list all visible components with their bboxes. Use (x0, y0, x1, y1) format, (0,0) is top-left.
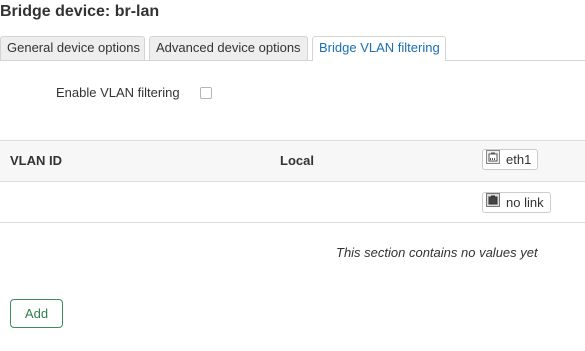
tab-bar-divider (0, 60, 585, 61)
port-badge-eth1[interactable]: eth1 (482, 149, 539, 170)
tab-bar: General device options Advanced device o… (0, 36, 585, 61)
enable-vlan-filtering-checkbox[interactable] (200, 87, 212, 99)
enable-vlan-filtering-label: Enable VLAN filtering (56, 85, 180, 100)
ethernet-port-icon (486, 150, 500, 169)
page-title: Bridge device: br-lan (0, 3, 160, 20)
vlan-table-header: VLAN ID Local eth1 (0, 140, 585, 182)
vlan-table-row: no link (0, 182, 585, 223)
port-badge-no-link[interactable]: no link (482, 192, 551, 213)
local-column-header: Local (280, 153, 314, 168)
add-button[interactable]: Add (10, 299, 63, 328)
vlan-id-column-header: VLAN ID (10, 153, 62, 168)
tab-bridge-vlan-filtering[interactable]: Bridge VLAN filtering (312, 36, 446, 61)
port-name-eth1: eth1 (506, 152, 532, 167)
tab-general-device-options[interactable]: General device options (0, 36, 145, 60)
port-name-no-link: no link (506, 195, 544, 210)
empty-section-message: This section contains no values yet (336, 245, 538, 260)
ethernet-port-disconnected-icon (486, 193, 500, 212)
tab-advanced-device-options[interactable]: Advanced device options (149, 36, 308, 60)
